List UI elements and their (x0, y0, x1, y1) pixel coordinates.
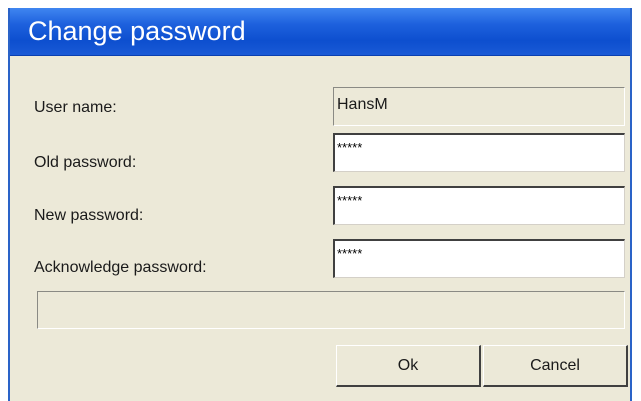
acknowledge-password-label: Acknowledge password: (34, 259, 207, 276)
change-password-dialog: Change password User name: HansM Old pas… (8, 8, 632, 401)
cancel-button[interactable]: Cancel (483, 345, 628, 387)
new-password-field[interactable]: ***** (333, 186, 625, 225)
user-name-field: HansM (333, 87, 625, 126)
ok-button[interactable]: Ok (336, 345, 481, 387)
user-name-label: User name: (34, 99, 117, 116)
old-password-label: Old password: (34, 154, 137, 171)
old-password-field[interactable]: ***** (333, 133, 625, 172)
status-message-field (37, 291, 625, 329)
acknowledge-password-field[interactable]: ***** (333, 239, 625, 278)
title-bar[interactable]: Change password (10, 8, 630, 56)
dialog-title: Change password (28, 16, 246, 46)
new-password-label: New password: (34, 207, 144, 224)
